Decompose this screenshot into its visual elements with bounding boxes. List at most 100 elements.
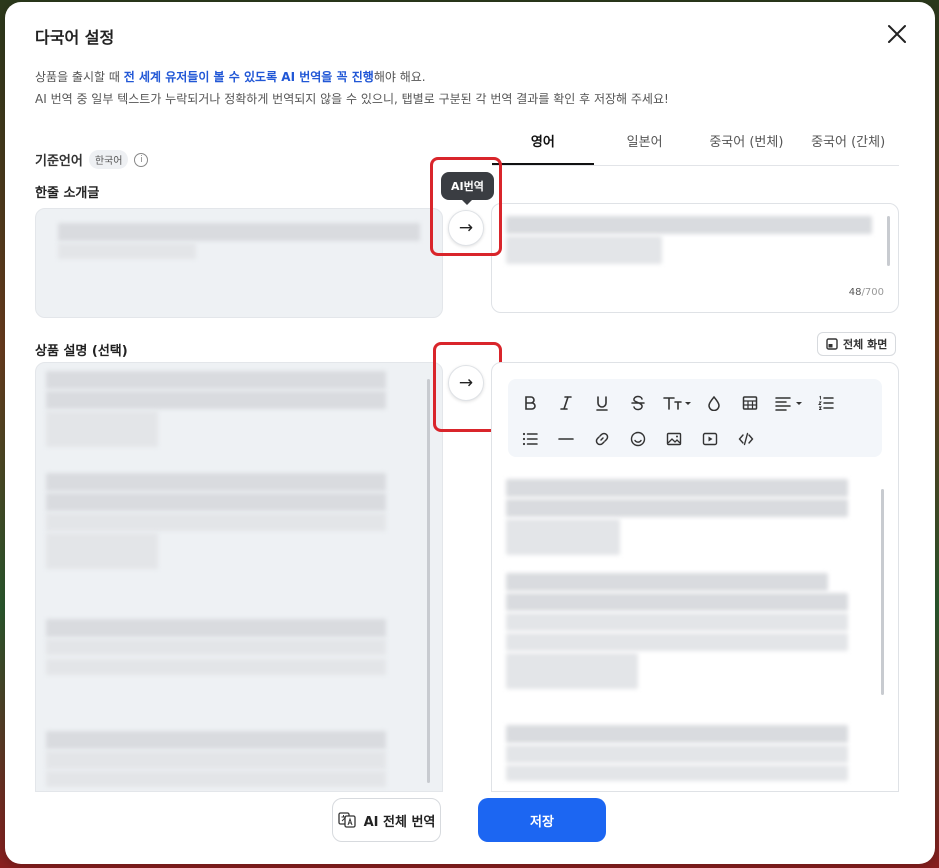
scrollbar[interactable] (427, 379, 430, 783)
translate-intro-button[interactable]: → (448, 210, 484, 246)
arrow-right-icon: → (458, 218, 474, 238)
tab-chinese-traditional[interactable]: 중국어 (번체) (696, 122, 798, 165)
italic-icon (560, 396, 572, 410)
close-icon (888, 25, 906, 43)
redacted-text (46, 513, 386, 531)
redacted-text (506, 519, 620, 555)
strikethrough-icon (631, 395, 645, 411)
redacted-text (506, 653, 638, 689)
redacted-text (46, 473, 386, 491)
notice-line-1-highlight: 전 세계 유저들이 볼 수 있도록 AI 번역을 꼭 진행 (123, 70, 374, 84)
notice-line-2: AI 번역 중 일부 텍스트가 누락되거나 정확하게 번역되지 않을 수 있으니… (35, 92, 669, 106)
video-button[interactable] (698, 427, 722, 451)
ai-translate-all-label: AI 전체 번역 (363, 814, 436, 830)
fullscreen-icon (826, 338, 838, 350)
notice-line-1-prefix: 상품을 출시할 때 (35, 70, 124, 84)
ai-translate-tooltip: AI번역 (441, 172, 494, 205)
intro-source-field (35, 208, 443, 318)
redacted-text (46, 493, 386, 511)
tab-japanese[interactable]: 일본어 (594, 122, 696, 165)
intro-label: 한줄 소개글 (35, 186, 100, 201)
redacted-text (46, 391, 386, 409)
redacted-text (506, 613, 848, 631)
underline-icon (596, 396, 608, 411)
emoji-button[interactable] (626, 427, 650, 451)
smiley-icon (630, 431, 646, 447)
code-icon (738, 432, 754, 446)
link-button[interactable] (590, 427, 614, 451)
ai-translate-all-button[interactable]: AI 전체 번역 (332, 798, 441, 842)
save-button[interactable]: 저장 (478, 798, 606, 842)
tab-english[interactable]: 영어 (492, 122, 594, 165)
font-size-icon (663, 397, 691, 410)
redacted-text (58, 243, 196, 259)
redacted-text (506, 593, 848, 611)
redacted-text (506, 573, 828, 591)
table-button[interactable] (738, 391, 762, 415)
image-icon (666, 432, 682, 446)
redacted-text (506, 765, 848, 781)
description-editor[interactable] (491, 362, 899, 792)
intro-translation-input[interactable]: 48/700 (491, 203, 899, 313)
font-size-dropdown[interactable] (662, 391, 694, 415)
italic-button[interactable] (554, 391, 578, 415)
editor-toolbar (508, 379, 882, 457)
ordered-list-icon (818, 395, 834, 410)
bullet-list-button[interactable] (518, 427, 542, 451)
redacted-text (46, 659, 386, 675)
code-button[interactable] (734, 427, 758, 451)
droplet-icon (708, 395, 720, 411)
tab-chinese-simplified[interactable]: 중국어 (간체) (797, 122, 899, 165)
underline-button[interactable] (590, 391, 614, 415)
bold-button[interactable] (518, 391, 542, 415)
info-icon[interactable]: i (134, 152, 149, 167)
redacted-text (46, 771, 386, 787)
description-source-field (35, 362, 443, 792)
scrollbar[interactable] (881, 489, 884, 695)
redacted-text (506, 236, 662, 264)
translate-description-button[interactable]: → (448, 365, 484, 401)
base-language-badge: 한국어 (88, 150, 129, 169)
redacted-text (46, 619, 386, 637)
arrow-right-icon: → (458, 373, 474, 393)
image-button[interactable] (662, 427, 686, 451)
close-button[interactable] (885, 22, 909, 46)
fullscreen-button[interactable]: 전체 화면 (817, 332, 897, 356)
redacted-text (46, 533, 158, 569)
redacted-text (506, 216, 872, 234)
counter-max: /700 (861, 287, 884, 298)
fullscreen-label: 전체 화면 (843, 338, 888, 351)
save-label: 저장 (530, 814, 554, 830)
redacted-text (506, 725, 848, 743)
notice-text: 상품을 출시할 때 전 세계 유저들이 볼 수 있도록 AI 번역을 꼭 진행해… (35, 66, 669, 110)
scrollbar[interactable] (887, 216, 890, 266)
translate-icon (337, 812, 356, 828)
align-dropdown[interactable] (774, 391, 806, 415)
redacted-text (46, 731, 386, 749)
base-language: 기준언어 한국어 i (35, 150, 149, 169)
ordered-list-button[interactable] (814, 391, 838, 415)
redacted-text (46, 411, 158, 447)
align-left-icon (775, 397, 802, 411)
character-counter: 48/700 (849, 287, 884, 298)
redacted-text (506, 479, 848, 497)
redacted-text (46, 751, 386, 769)
link-icon (595, 432, 609, 446)
horizontal-rule-button[interactable] (554, 427, 578, 451)
strikethrough-button[interactable] (626, 391, 650, 415)
redacted-text (46, 371, 386, 389)
bold-icon (525, 396, 536, 410)
modal-title: 다국어 설정 (35, 28, 115, 47)
redacted-text (506, 745, 848, 763)
table-icon (742, 396, 758, 410)
bullet-list-icon (522, 432, 538, 446)
video-icon (702, 432, 718, 446)
notice-line-1-suffix: 해야 해요. (373, 70, 426, 84)
counter-current: 48 (848, 287, 862, 298)
redacted-text (506, 633, 848, 651)
horizontal-rule-icon (558, 438, 574, 440)
base-language-label: 기준언어 (35, 154, 83, 169)
multilingual-settings-modal: 다국어 설정 상품을 출시할 때 전 세계 유저들이 볼 수 있도록 AI 번역… (5, 2, 935, 864)
redacted-text (46, 639, 386, 655)
text-color-button[interactable] (702, 391, 726, 415)
